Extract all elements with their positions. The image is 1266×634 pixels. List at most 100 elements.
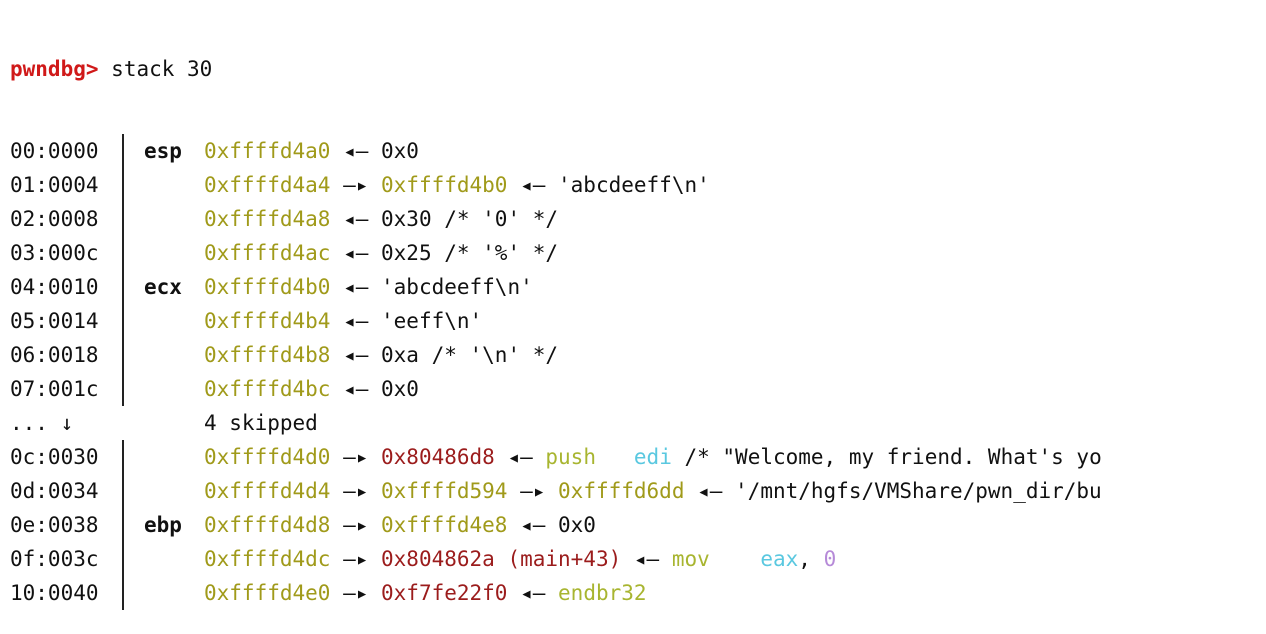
column-divider [122,168,124,202]
terminal-output: pwndbg> stack 30 00:0000 esp 0xffffd4a0 ◂—… [10,4,1266,634]
stack-address: 0xffffd4e8 [381,513,508,537]
value-text: ◂— [507,581,559,605]
column-divider [122,372,124,406]
stack-value: 0xffffd4a0 ◂— 0x0 [204,134,419,168]
asm-mnemonic: push [545,445,596,469]
stack-rows: 00:0000 esp 0xffffd4a0 ◂— 0x0 01:0004 0xffff… [10,134,1266,610]
stack-address: 0xffffd6dd [558,479,685,503]
stack-address: 0xffffd4bc [204,377,331,401]
stack-offset: 10:0040 [10,581,99,605]
prompt-line: pwndbg> stack 30 [10,52,1266,86]
stack-value: 4 skipped [204,406,318,440]
stack-address: 0xffffd4d0 [204,445,331,469]
stack-row: 00:0000 esp 0xffffd4a0 ◂— 0x0 [10,134,1266,168]
stack-row: 01:0004 0xffffd4a4 —▸ 0xffffd4b0 ◂— 'abcd… [10,168,1266,202]
stack-value: 0xffffd4b8 ◂— 0xa /* '\n' */ [204,338,558,372]
pwndbg-prompt: pwndbg> [10,57,99,81]
stack-offset: 02:0008 [10,207,99,231]
column-divider [122,542,124,576]
stack-row: 10:0040 0xffffd4e0 —▸ 0xf7fe22f0 ◂— endbr… [10,576,1266,610]
value-text: ◂— [494,445,546,469]
stack-offset: 0c:0030 [10,445,99,469]
code-address: 0x804862a (main+43) [381,547,622,571]
stack-row: 0e:0038 ebp 0xffffd4d8 —▸ 0xffffd4e8 ◂— 0x… [10,508,1266,542]
stack-offset: 03:000c [10,241,99,265]
stack-address: 0xffffd4a8 [204,207,331,231]
value-text: —▸ [330,173,382,197]
stack-row: 03:000c 0xffffd4ac ◂— 0x25 /* '%' */ [10,236,1266,270]
stack-value: 0xffffd4e0 —▸ 0xf7fe22f0 ◂— endbr32 [204,576,647,610]
register-label: ebp [144,513,182,537]
column-divider [122,134,124,168]
stack-value: 0xffffd4bc ◂— 0x0 [204,372,419,406]
stack-address: 0xffffd4d4 [204,479,331,503]
value-text: —▸ [330,547,382,571]
value-text: —▸ [330,479,382,503]
stack-row: 05:0014 0xffffd4b4 ◂— 'eeff\n' [10,304,1266,338]
value-text: ◂— 0xa /* '\n' */ [330,343,559,367]
stack-value: 0xffffd4d8 —▸ 0xffffd4e8 ◂— 0x0 [204,508,596,542]
stack-value: 0xffffd4a4 —▸ 0xffffd4b0 ◂— 'abcdeeff\n' [204,168,710,202]
skip-marker: ... ↓ [10,411,74,435]
value-text: ◂— 'abcdeeff\n' [330,275,533,299]
stack-value: 0xffffd4dc —▸ 0x804862a (main+43) ◂— mov… [204,542,836,576]
stack-row: 0f:003c 0xffffd4dc —▸ 0x804862a (main+43)… [10,542,1266,576]
value-text: ◂— 0x0 [330,139,419,163]
value-text: ◂— [621,547,672,571]
stack-offset: 04:0010 [10,275,99,299]
stack-row: 0d:0034 0xffffd4d4 —▸ 0xffffd594 —▸ 0xfff… [10,474,1266,508]
column-divider [122,576,124,610]
value-text: 4 skipped [204,411,318,435]
value-text: —▸ [330,445,382,469]
value-text: , [798,547,824,571]
value-text: ◂— 'eeff\n' [330,309,483,333]
column-divider [122,304,124,338]
asm-mnemonic: endbr32 [558,581,647,605]
code-address: 0xf7fe22f0 [381,581,508,605]
value-text: —▸ [330,581,382,605]
stack-offset: 0f:003c [10,547,99,571]
command-text: stack 30 [99,57,213,81]
asm-operand: edi [633,445,672,469]
stack-address: 0xffffd4b0 [381,173,508,197]
value-text: ◂— 'abcdeeff\n' [507,173,710,197]
stack-address: 0xffffd4ac [204,241,331,265]
asm-operand: eax [760,547,799,571]
column-divider [122,270,124,304]
stack-value: 0xffffd4a8 ◂— 0x30 /* '0' */ [204,202,558,236]
stack-offset: 00:0000 [10,139,99,163]
value-text: ◂— 0x0 [507,513,596,537]
column-divider [122,508,124,542]
stack-address: 0xffffd4d8 [204,513,331,537]
column-divider [122,236,124,270]
stack-row: 07:001c 0xffffd4bc ◂— 0x0 [10,372,1266,406]
value-text: /* "Welcome, my friend. What's yo [671,445,1102,469]
stack-address: 0xffffd4dc [204,547,331,571]
column-divider [122,474,124,508]
stack-value: 0xffffd4b4 ◂— 'eeff\n' [204,304,482,338]
value-text: ◂— 0x0 [330,377,419,401]
stack-row: 06:0018 0xffffd4b8 ◂— 0xa /* '\n' */ [10,338,1266,372]
stack-address: 0xffffd4b4 [204,309,331,333]
column-divider [122,440,124,474]
column-divider [122,338,124,372]
value-text: ◂— 0x25 /* '%' */ [330,241,559,265]
stack-address: 0xffffd4b0 [204,275,331,299]
stack-address: 0xffffd4e0 [204,581,331,605]
command-value: stack 30 [111,57,213,81]
value-text: —▸ [507,479,559,503]
stack-value: 0xffffd4b0 ◂— 'abcdeeff\n' [204,270,533,304]
register-label: ecx [144,275,182,299]
stack-row: 02:0008 0xffffd4a8 ◂— 0x30 /* '0' */ [10,202,1266,236]
stack-address: 0xffffd4b8 [204,343,331,367]
stack-offset: 05:0014 [10,309,99,333]
value-text [596,445,634,469]
stack-offset: 0e:0038 [10,513,99,537]
stack-row: 04:0010 ecx 0xffffd4b0 ◂— 'abcdeeff\n' [10,270,1266,304]
stack-address: 0xffffd4a4 [204,173,331,197]
stack-offset: 01:0004 [10,173,99,197]
stack-offset: 07:001c [10,377,99,401]
code-address: 0x80486d8 [381,445,495,469]
asm-mnemonic: mov [671,547,710,571]
register-label: esp [144,139,182,163]
